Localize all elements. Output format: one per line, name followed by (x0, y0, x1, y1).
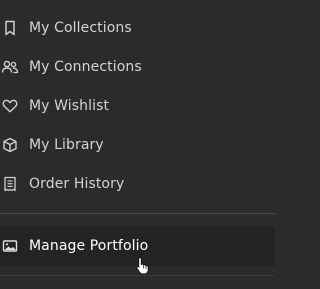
menu-item-label: My Library (29, 136, 104, 153)
menu-item-label: My Wishlist (29, 97, 110, 114)
menu-item-label: My Connections (29, 58, 142, 75)
box-icon (0, 135, 20, 155)
bookmark-icon (0, 18, 20, 38)
image-icon (0, 236, 20, 256)
menu-item-my-connections[interactable]: My Connections (0, 47, 275, 86)
users-icon (0, 57, 20, 77)
menu-item-my-collections[interactable]: My Collections (0, 8, 275, 47)
menu-item-order-history[interactable]: Order History (0, 164, 275, 203)
heart-icon (0, 96, 20, 116)
hand-pointer-cursor-icon (135, 256, 151, 276)
account-menu: My Collections My Connections My Wishlis… (0, 0, 275, 289)
receipt-icon (0, 174, 20, 194)
menu-item-label: Order History (29, 175, 125, 192)
menu-item-label: Manage Portfolio (29, 238, 149, 254)
menu-divider (0, 213, 275, 214)
menu-item-label: My Collections (29, 19, 132, 36)
menu-item-my-wishlist[interactable]: My Wishlist (0, 86, 275, 125)
menu-item-my-library[interactable]: My Library (0, 125, 275, 164)
